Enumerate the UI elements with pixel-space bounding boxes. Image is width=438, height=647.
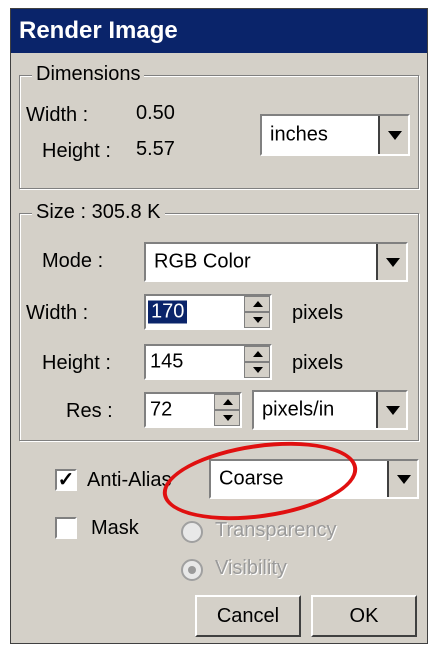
- res-label: Res :: [66, 400, 113, 422]
- cancel-button-label: Cancel: [216, 605, 280, 627]
- size-height-stepper[interactable]: 145: [144, 344, 272, 380]
- dimensions-height-value: 5.57: [136, 138, 175, 160]
- res-value[interactable]: 72: [150, 399, 172, 422]
- dimensions-width-label: Width :: [26, 104, 89, 126]
- render-image-dialog: Render Image Dimensions Width : 0.50 Hei…: [10, 8, 428, 644]
- size-height-label: Height :: [42, 352, 111, 374]
- size-height-unit: pixels: [292, 352, 344, 374]
- size-group: Size : 305.8 K Mode : RGB Color Width : …: [19, 201, 419, 441]
- spin-up-icon[interactable]: [214, 394, 240, 410]
- spin-up-icon[interactable]: [244, 346, 270, 362]
- mask-label: Mask: [91, 517, 139, 539]
- ok-button[interactable]: OK: [311, 595, 417, 637]
- dimensions-legend: Dimensions: [32, 63, 145, 86]
- size-width-label: Width :: [26, 302, 89, 324]
- antialias-label: Anti-Alias: [87, 469, 172, 491]
- chevron-down-icon[interactable]: [376, 244, 406, 280]
- ok-button-label: OK: [349, 605, 379, 627]
- dimensions-width-value: 0.50: [136, 102, 175, 124]
- dimensions-height-label: Height :: [42, 140, 111, 162]
- spin-down-icon[interactable]: [244, 362, 270, 378]
- chevron-down-icon[interactable]: [387, 461, 417, 497]
- size-width-stepper[interactable]: 170: [144, 294, 272, 330]
- mode-label: Mode :: [42, 250, 104, 272]
- visibility-label: Visibility: [215, 557, 287, 579]
- chevron-down-icon[interactable]: [376, 392, 406, 428]
- chevron-down-icon[interactable]: [378, 116, 408, 154]
- spin-down-icon[interactable]: [244, 312, 270, 328]
- dimensions-unit-select[interactable]: inches: [260, 114, 410, 156]
- dimensions-unit-value: inches: [270, 123, 328, 146]
- res-unit-value: pixels/in: [262, 398, 335, 421]
- cancel-button[interactable]: Cancel: [195, 595, 301, 637]
- dimensions-group: Dimensions Width : 0.50 Height : 5.57 in…: [19, 63, 419, 189]
- size-width-unit: pixels: [292, 302, 344, 324]
- mask-checkbox[interactable]: [55, 517, 77, 539]
- visibility-radio[interactable]: [181, 559, 203, 581]
- res-unit-select[interactable]: pixels/in: [252, 390, 408, 430]
- spin-down-icon[interactable]: [214, 410, 240, 426]
- antialias-checkbox[interactable]: ✓: [55, 469, 77, 491]
- mode-select[interactable]: RGB Color: [144, 242, 408, 282]
- res-stepper[interactable]: 72: [144, 392, 242, 428]
- radio-dot-icon: [188, 566, 196, 574]
- dialog-title: Render Image: [11, 9, 427, 53]
- mode-value: RGB Color: [154, 250, 251, 273]
- transparency-label: Transparency: [215, 519, 337, 541]
- size-height-value[interactable]: 145: [150, 351, 183, 374]
- transparency-radio[interactable]: [181, 521, 203, 543]
- size-legend: Size : 305.8 K: [32, 201, 165, 224]
- size-width-value[interactable]: 170: [148, 300, 188, 324]
- spin-up-icon[interactable]: [244, 296, 270, 312]
